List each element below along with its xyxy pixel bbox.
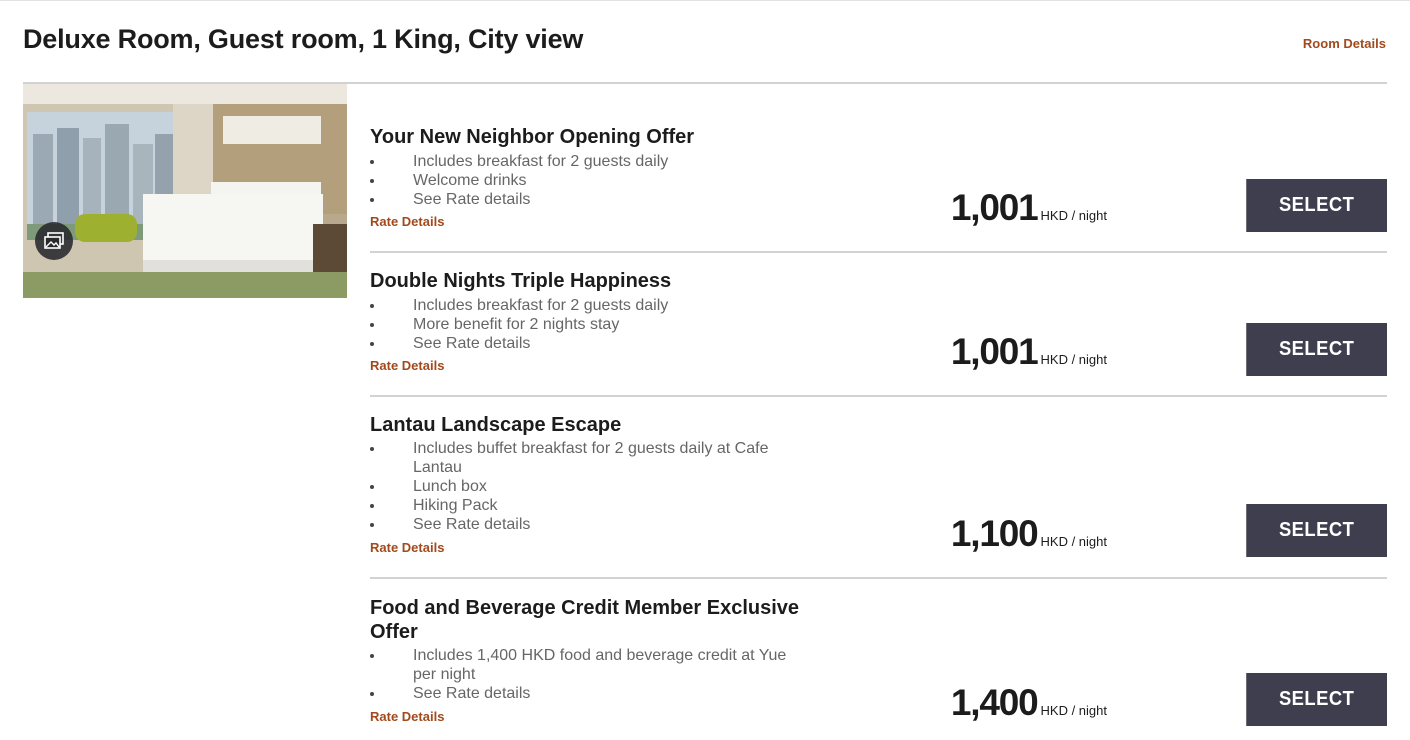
rate-divider: [370, 577, 1387, 579]
benefit-item: Welcome drinks: [370, 171, 810, 190]
benefit-text: Lunch box: [413, 478, 487, 495]
select-button[interactable]: SELECT: [1246, 179, 1387, 232]
room-photo-illustration: [23, 84, 347, 298]
image-gallery-icon: [44, 232, 64, 249]
price-unit: HKD / night: [1040, 352, 1107, 367]
benefit-text: More benefit for 2 nights stay: [413, 316, 620, 333]
bullet-icon: [370, 654, 374, 658]
benefit-text: Includes breakfast for 2 guests daily: [413, 153, 669, 170]
rate-details-link[interactable]: Rate Details: [370, 709, 444, 724]
rate-benefits-list: Includes breakfast for 2 guests daily We…: [370, 152, 810, 209]
benefit-text: Hiking Pack: [413, 497, 498, 514]
rate-row-1: Your New Neighbor Opening Offer Includes…: [370, 125, 1387, 251]
benefit-item: See Rate details: [370, 190, 810, 209]
benefit-item: Hiking Pack: [370, 496, 790, 515]
room-photo[interactable]: [23, 84, 347, 298]
price: 1,400 HKD / night: [951, 682, 1107, 724]
benefit-item: More benefit for 2 nights stay: [370, 315, 810, 334]
benefit-text: See Rate details: [413, 191, 531, 208]
benefit-text: Includes breakfast for 2 guests daily: [413, 297, 669, 314]
price-unit: HKD / night: [1040, 534, 1107, 549]
benefit-item: Includes breakfast for 2 guests daily: [370, 296, 810, 315]
rate-benefits-list: Includes 1,400 HKD food and beverage cre…: [370, 646, 810, 703]
room-title: Deluxe Room, Guest room, 1 King, City vi…: [23, 24, 584, 54]
price: 1,001 HKD / night: [951, 187, 1107, 229]
price: 1,100 HKD / night: [951, 513, 1107, 555]
select-button[interactable]: SELECT: [1246, 673, 1387, 726]
price-amount: 1,100: [950, 513, 1039, 554]
benefit-item: Includes buffet breakfast for 2 guests d…: [370, 439, 790, 477]
rate-name: Double Nights Triple Happiness: [370, 270, 672, 292]
rate-divider: [370, 395, 1387, 397]
bullet-icon: [370, 523, 374, 527]
rate-row-2: Double Nights Triple Happiness Includes …: [370, 269, 1387, 395]
price-unit: HKD / night: [1040, 208, 1107, 223]
rate-name: Your New Neighbor Opening Offer: [370, 126, 695, 148]
bullet-icon: [370, 179, 374, 183]
price-amount: 1,400: [950, 682, 1039, 723]
bullet-icon: [370, 342, 374, 346]
benefit-text: Includes buffet breakfast for 2 guests d…: [413, 440, 769, 476]
price-amount: 1,001: [950, 187, 1039, 228]
benefit-item: Includes 1,400 HKD food and beverage cre…: [370, 646, 810, 684]
bullet-icon: [370, 692, 374, 696]
bullet-icon: [370, 323, 374, 327]
rate-details-link[interactable]: Rate Details: [370, 214, 444, 229]
rate-row-4: Food and Beverage Credit Member Exclusiv…: [370, 596, 1387, 740]
room-details-link[interactable]: Room Details: [1303, 36, 1386, 51]
rate-benefits-list: Includes breakfast for 2 guests daily Mo…: [370, 296, 810, 353]
benefit-text: Includes 1,400 HKD food and beverage cre…: [413, 647, 787, 683]
price-amount: 1,001: [950, 331, 1039, 372]
benefit-item: See Rate details: [370, 684, 810, 703]
select-button[interactable]: SELECT: [1246, 504, 1387, 557]
benefit-item: Lunch box: [370, 477, 790, 496]
bullet-icon: [370, 198, 374, 202]
rate-name: Lantau Landscape Escape: [370, 414, 622, 436]
rate-benefits-list: Includes buffet breakfast for 2 guests d…: [370, 439, 790, 534]
price-unit: HKD / night: [1040, 703, 1107, 718]
benefit-text: Welcome drinks: [413, 172, 527, 189]
benefit-text: See Rate details: [413, 685, 531, 702]
bullet-icon: [370, 304, 374, 308]
rate-details-link[interactable]: Rate Details: [370, 540, 444, 555]
top-border: [0, 0, 1410, 1]
image-gallery-button[interactable]: [35, 222, 73, 260]
rate-divider: [370, 251, 1387, 253]
benefit-text: See Rate details: [413, 335, 531, 352]
select-button[interactable]: SELECT: [1246, 323, 1387, 376]
price: 1,001 HKD / night: [951, 331, 1107, 373]
rate-details-link[interactable]: Rate Details: [370, 358, 444, 373]
bullet-icon: [370, 447, 374, 451]
benefit-item: See Rate details: [370, 515, 790, 534]
benefit-item: Includes breakfast for 2 guests daily: [370, 152, 810, 171]
bullet-icon: [370, 160, 374, 164]
rate-name: Food and Beverage Credit Member Exclusiv…: [370, 597, 800, 643]
benefit-item: See Rate details: [370, 334, 810, 353]
rate-row-3: Lantau Landscape Escape Includes buffet …: [370, 413, 1387, 577]
bullet-icon: [370, 485, 374, 489]
bullet-icon: [370, 504, 374, 508]
benefit-text: See Rate details: [413, 516, 531, 533]
